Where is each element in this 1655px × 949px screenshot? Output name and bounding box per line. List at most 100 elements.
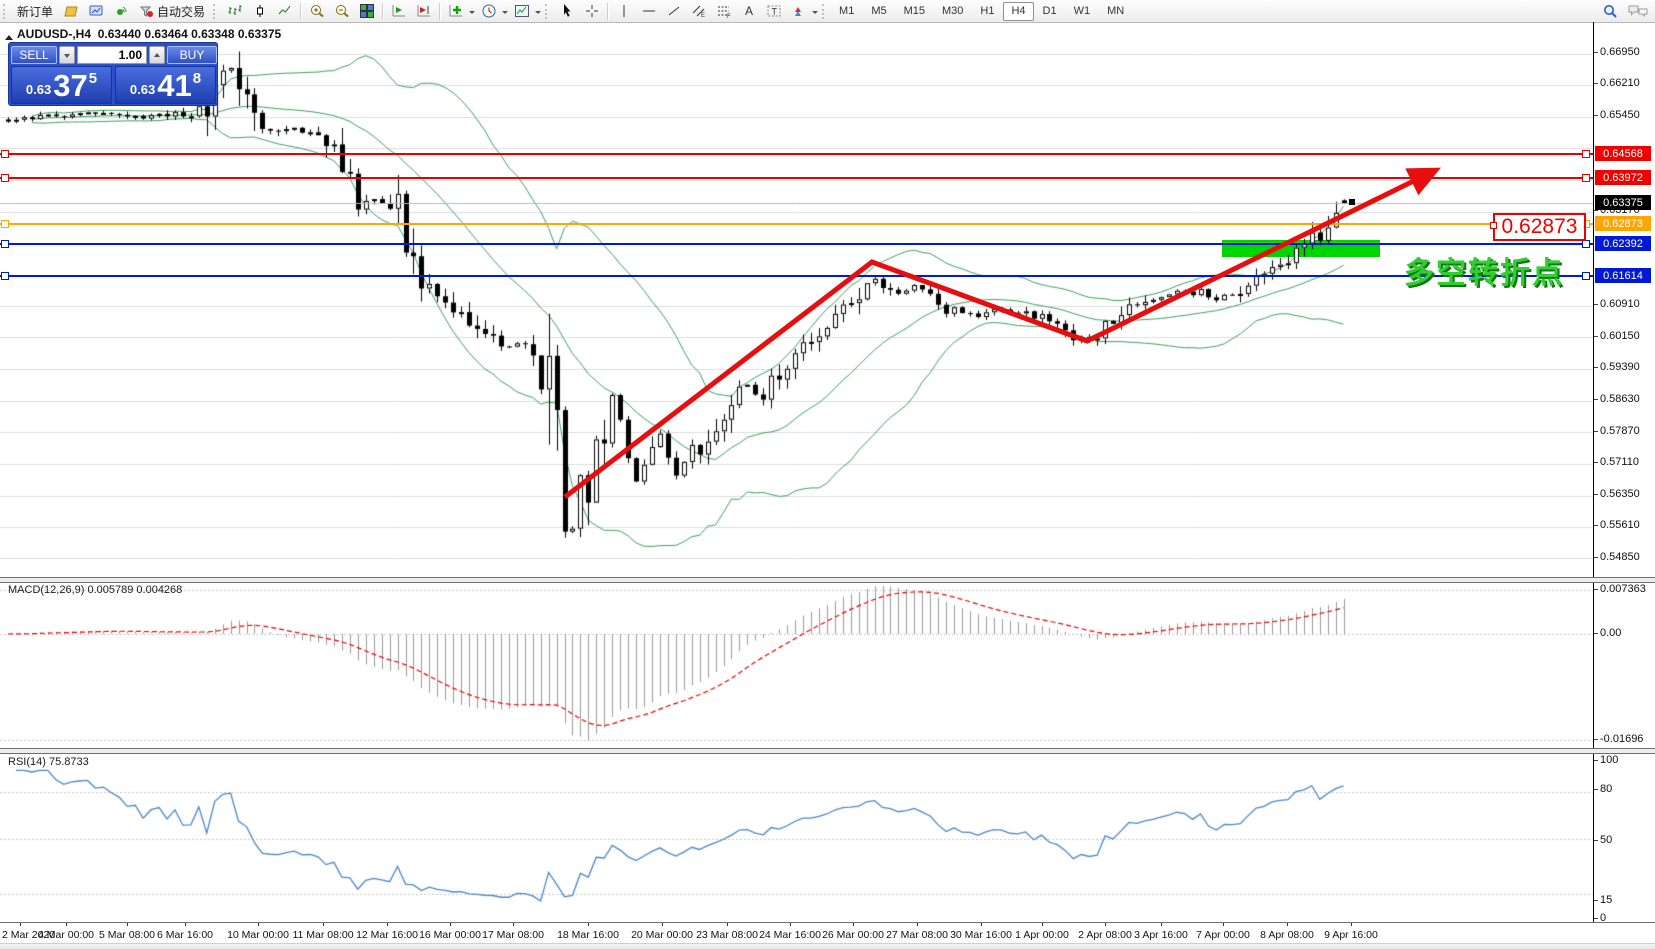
new-order-button[interactable]: 新订单 [12, 2, 58, 21]
toolbar-grip[interactable] [3, 4, 8, 19]
timeframe-mn[interactable]: MN [1099, 2, 1132, 21]
price-badge-blue: 0.61614 [1595, 268, 1651, 283]
line-handle[interactable] [1, 174, 9, 182]
volume-decrease-button[interactable] [59, 46, 75, 64]
indicator-tick: 0 [1600, 912, 1606, 924]
horizontal-line-blue[interactable] [0, 243, 1593, 245]
trendline-icon[interactable] [661, 2, 686, 21]
line-handle[interactable] [1582, 240, 1590, 248]
cursor-icon[interactable] [554, 2, 579, 21]
horizontal-line-orange[interactable] [0, 223, 1593, 225]
time-axis[interactable]: 2 Mar 20204 Mar 00:005 Mar 08:006 Mar 16… [0, 923, 1655, 943]
time-tick: 3 Apr 16:00 [1134, 929, 1188, 941]
line-chart-icon[interactable] [272, 2, 297, 21]
indicators-add-icon[interactable] [443, 2, 468, 21]
crosshair-icon[interactable] [579, 2, 604, 21]
indicators-dropdown-icon[interactable] [469, 11, 475, 17]
last-bar-marker [1349, 199, 1355, 205]
buy-price-display[interactable]: 0.63 41 8 [115, 66, 216, 104]
price-tag-label[interactable]: 0.62873 [1493, 213, 1586, 241]
price-badge-red: 0.64568 [1595, 146, 1651, 161]
pane-splitter[interactable] [0, 748, 1655, 754]
panel-collapse-toggle[interactable] [5, 31, 13, 40]
tile-windows-icon[interactable] [354, 2, 379, 21]
chat-icon[interactable] [1627, 2, 1649, 23]
toolbar-grip[interactable] [545, 4, 550, 19]
toolbar-grip[interactable] [822, 4, 827, 19]
time-tick: 17 Mar 08:00 [482, 929, 544, 941]
price-tag-handle[interactable] [1490, 222, 1497, 229]
line-handle[interactable] [1, 272, 9, 280]
template-dropdown-icon[interactable] [535, 11, 541, 17]
buy-button[interactable]: BUY [167, 46, 217, 64]
svg-text:A: A [745, 4, 753, 18]
toolbar-grip[interactable] [213, 4, 218, 19]
text-icon[interactable]: A [736, 2, 761, 21]
line-handle[interactable] [1, 220, 9, 228]
data-window-icon[interactable] [83, 2, 108, 21]
timeframe-dropdown-icon[interactable] [502, 11, 508, 17]
chart-template-icon[interactable] [509, 2, 534, 21]
timeframe-w1[interactable]: W1 [1066, 2, 1099, 21]
rsi-canvas[interactable] [0, 752, 1593, 922]
candlestick-chart-icon[interactable] [247, 2, 272, 21]
price-tick: 0.57870 [1600, 425, 1640, 437]
line-handle[interactable] [1, 150, 9, 158]
timeframe-h4[interactable]: H4 [1003, 2, 1033, 21]
chart-shift-icon[interactable] [411, 2, 436, 21]
timeframe-m30[interactable]: M30 [934, 2, 971, 21]
timeframe-m1[interactable]: M1 [831, 2, 862, 21]
timeframe-d1[interactable]: D1 [1035, 2, 1065, 21]
pane-splitter[interactable] [0, 577, 1655, 583]
volume-increase-button[interactable] [149, 46, 165, 64]
horizontal-line-red[interactable] [0, 177, 1593, 179]
price-badge-blue: 0.62392 [1595, 236, 1651, 251]
bar-chart-icon[interactable] [222, 2, 247, 21]
line-handle[interactable] [1, 240, 9, 248]
zoom-in-icon[interactable] [304, 2, 329, 21]
price-chart-canvas[interactable] [0, 22, 1593, 577]
mt4-window: 新订单 自动交易 [0, 0, 1655, 949]
pane-border [0, 922, 1655, 923]
price-tick: 0.56350 [1600, 488, 1640, 500]
rsi-label: RSI(14) 75.8733 [8, 756, 89, 768]
timeframe-m15[interactable]: M15 [896, 2, 933, 21]
fibonacci-icon[interactable]: F [711, 2, 736, 21]
price-badge-orange: 0.62873 [1595, 216, 1651, 231]
vertical-line-icon[interactable] [611, 2, 636, 21]
horizontal-line-red[interactable] [0, 153, 1593, 155]
line-handle[interactable] [1582, 174, 1590, 182]
yellow-card-icon[interactable] [58, 2, 83, 21]
search-icon[interactable] [1601, 2, 1619, 23]
new-order-label: 新订单 [17, 3, 53, 20]
macd-canvas[interactable] [0, 581, 1593, 748]
sell-button[interactable]: SELL [11, 46, 57, 64]
time-tick: 9 Apr 16:00 [1324, 929, 1378, 941]
buy-price-sup: 8 [193, 70, 201, 87]
text-label-icon[interactable]: T [761, 2, 786, 21]
sell-price-small: 0.63 [26, 82, 51, 97]
time-tick: 2 Apr 08:00 [1078, 929, 1132, 941]
price-tick: 0.60150 [1600, 330, 1640, 342]
line-handle[interactable] [1582, 272, 1590, 280]
equidistant-channel-icon[interactable]: E [686, 2, 711, 21]
timeframe-clock-icon[interactable] [476, 2, 501, 21]
horizontal-line-blue[interactable] [0, 275, 1593, 277]
signals-icon[interactable] [108, 2, 133, 21]
auto-scroll-icon[interactable] [386, 2, 411, 21]
cn-annotation-text[interactable]: 多空转折点 [1404, 248, 1564, 292]
time-tick: 1 Apr 00:00 [1015, 929, 1069, 941]
time-tick: 7 Apr 00:00 [1196, 929, 1250, 941]
price-tick: 0.66210 [1600, 77, 1640, 89]
horizontal-line-icon[interactable] [636, 2, 661, 21]
autotrading-button[interactable]: 自动交易 [133, 2, 210, 21]
timeframe-h1[interactable]: H1 [972, 2, 1002, 21]
shapes-icon[interactable] [786, 2, 811, 21]
line-handle[interactable] [1582, 150, 1590, 158]
zoom-out-icon[interactable] [329, 2, 354, 21]
svg-text:E: E [701, 13, 705, 19]
shapes-dropdown-icon[interactable] [812, 11, 818, 17]
sell-price-display[interactable]: 0.63 37 5 [11, 66, 112, 104]
timeframe-m5[interactable]: M5 [863, 2, 894, 21]
volume-input[interactable] [77, 46, 147, 64]
